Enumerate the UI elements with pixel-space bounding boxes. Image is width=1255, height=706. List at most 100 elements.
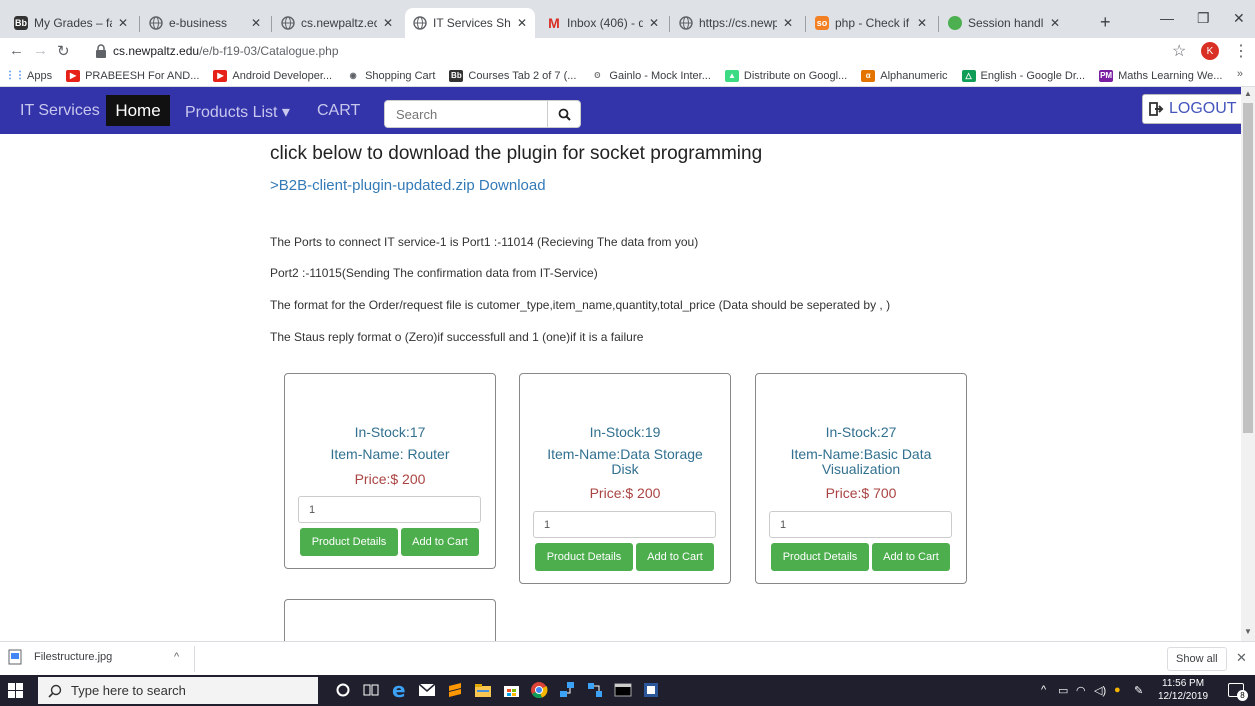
clock-date: 12/12/2019 (1158, 691, 1209, 702)
bookmark-star-icon[interactable]: ☆ (1172, 41, 1186, 61)
page-scrollbar[interactable]: ▲ ▼ (1241, 87, 1255, 641)
show-hidden-icons[interactable]: ^ (1041, 684, 1046, 696)
close-icon[interactable]: ✕ (1236, 650, 1247, 666)
download-item[interactable]: Filestructure.jpg (8, 649, 112, 665)
browser-tab[interactable]: so php - Check if my ✕ (807, 8, 935, 38)
product-details-button[interactable]: Product Details (771, 543, 869, 571)
bookmark-item[interactable]: α Alphanumeric (861, 69, 948, 82)
quantity-input[interactable] (298, 496, 481, 523)
browser-tab[interactable]: Session handling ✕ (940, 8, 1068, 38)
product-card (284, 599, 496, 641)
wifi-icon[interactable]: ◠ (1076, 684, 1086, 697)
bookmark-item[interactable]: Bb Courses Tab 2 of 7 (... (449, 69, 576, 82)
tab-close-icon[interactable]: ✕ (517, 16, 527, 30)
bookmark-item[interactable]: ◉ Shopping Cart (346, 70, 436, 82)
tab-title: https://cs.newpaltz (699, 16, 777, 30)
editor-icon[interactable] (642, 681, 660, 699)
bookmark-item[interactable]: ▲ Distribute on Googl... (724, 69, 847, 82)
nav-cart-link[interactable]: CART (317, 102, 360, 120)
product-details-button[interactable]: Product Details (300, 528, 398, 556)
bookmark-label: Alphanumeric (880, 69, 948, 82)
back-icon[interactable]: ← (9, 42, 24, 59)
bookmark-item[interactable]: ▶ PRABEESH For AND... (66, 69, 200, 82)
sublime-icon[interactable] (446, 681, 464, 699)
taskbar-search-placeholder: Type here to search (71, 683, 186, 698)
file-explorer-icon[interactable] (474, 681, 492, 699)
bookmark-item[interactable]: PM Maths Learning We... (1099, 69, 1222, 82)
tab-close-icon[interactable]: ✕ (783, 16, 793, 30)
plugin-download-link[interactable]: >B2B-client-plugin-updated.zip Download (270, 177, 546, 194)
reload-icon[interactable]: ↻ (57, 42, 70, 60)
tab-title: e-business (169, 16, 228, 30)
info-line-ports: The Ports to connect IT service-1 is Por… (270, 235, 699, 249)
nav-products-dropdown[interactable]: Products List ▾ (185, 102, 290, 122)
app-icon[interactable] (586, 681, 604, 699)
add-to-cart-button[interactable]: Add to Cart (401, 528, 479, 556)
browser-tab[interactable]: M Inbox (406) - dont ✕ (539, 8, 667, 38)
browser-tab-strip: BbMy Grades – fall19✕e-business✕cs.newpa… (0, 0, 1255, 38)
navbar-brand[interactable]: IT Services (20, 102, 100, 120)
bookmark-favicon-icon: ⋮⋮ (5, 70, 25, 81)
quantity-input[interactable] (769, 511, 952, 538)
mail-icon[interactable] (418, 681, 436, 699)
browser-tab[interactable]: Bb My Grades – fall19 ✕ (6, 8, 136, 38)
tab-close-icon[interactable]: ✕ (917, 16, 927, 30)
bookmark-favicon-icon: α (861, 69, 876, 82)
bookmark-item[interactable]: △ English - Google Dr... (961, 69, 1085, 82)
notification-app-icon[interactable]: ● (1114, 684, 1121, 696)
taskbar-clock[interactable]: 11:56 PM 12/12/2019 (1158, 677, 1208, 703)
taskbar-search[interactable]: Type here to search (38, 677, 318, 704)
browser-menu-icon[interactable]: ⋮ (1233, 41, 1249, 61)
tab-close-icon[interactable]: ✕ (1050, 16, 1060, 30)
info-line-format: The format for the Order/request file is… (270, 298, 891, 312)
volume-icon[interactable]: ◁) (1094, 684, 1106, 697)
browser-tab[interactable]: https://cs.newpaltz ✕ (671, 8, 801, 38)
maximize-icon[interactable]: ❐ (1197, 10, 1210, 27)
scroll-down-icon[interactable]: ▼ (1244, 627, 1252, 636)
nav-home-link[interactable]: Home (106, 95, 170, 126)
tab-separator (669, 16, 670, 32)
cortana-icon[interactable] (334, 681, 352, 699)
terminal-icon[interactable] (614, 681, 632, 699)
url-field[interactable]: cs.newpaltz.edu/e/b-f19-03/Catalogue.php (95, 39, 1155, 63)
product-details-button[interactable]: Product Details (535, 543, 633, 571)
add-to-cart-button[interactable]: Add to Cart (872, 543, 950, 571)
pen-icon[interactable]: ✎ (1134, 684, 1143, 697)
browser-tab[interactable]: cs.newpaltz.edu/~ ✕ (273, 8, 401, 38)
tab-close-icon[interactable]: ✕ (251, 16, 261, 30)
close-window-icon[interactable]: ✕ (1233, 10, 1245, 27)
search-input[interactable] (384, 100, 548, 128)
chrome-icon[interactable] (530, 681, 548, 699)
tab-close-icon[interactable]: ✕ (649, 16, 659, 30)
battery-icon[interactable]: ▭ (1058, 684, 1068, 697)
logout-label: LOGOUT (1169, 100, 1237, 117)
bookmark-label: Apps (27, 69, 53, 82)
windows-start-icon[interactable] (8, 683, 23, 698)
bookmark-item[interactable]: ⋮⋮ Apps (5, 69, 53, 82)
store-icon[interactable] (502, 681, 520, 699)
new-tab-button[interactable]: + (1100, 12, 1111, 33)
page-heading: click below to download the plugin for s… (270, 143, 763, 164)
profile-avatar[interactable]: K (1201, 42, 1219, 60)
bookmark-label: PRABEESH For AND... (85, 69, 200, 82)
scroll-up-icon[interactable]: ▲ (1244, 89, 1252, 98)
logout-button[interactable]: LOGOUT (1142, 94, 1241, 124)
forward-icon[interactable]: → (33, 42, 48, 59)
edge-icon[interactable]: e (390, 681, 408, 699)
show-all-button[interactable]: Show all (1167, 647, 1227, 671)
browser-tab[interactable]: e-business ✕ (141, 8, 269, 38)
bookmark-item[interactable]: ▶ Android Developer... (213, 69, 332, 82)
network-app-icon[interactable] (558, 681, 576, 699)
minimize-icon[interactable]: — (1160, 10, 1174, 26)
bookmark-item[interactable]: ʘ Gainlo - Mock Inter... (590, 70, 711, 82)
quantity-input[interactable] (533, 511, 716, 538)
scrollbar-thumb[interactable] (1243, 103, 1253, 433)
bookmarks-overflow-icon[interactable]: » (1237, 68, 1243, 80)
search-button[interactable] (547, 100, 581, 128)
add-to-cart-button[interactable]: Add to Cart (636, 543, 714, 571)
task-view-icon[interactable] (362, 681, 380, 699)
tab-close-icon[interactable]: ✕ (383, 16, 393, 30)
tab-close-icon[interactable]: ✕ (118, 16, 128, 30)
chevron-up-icon[interactable]: ^ (174, 651, 179, 663)
browser-tab[interactable]: IT Services Shopp ✕ (405, 8, 535, 38)
